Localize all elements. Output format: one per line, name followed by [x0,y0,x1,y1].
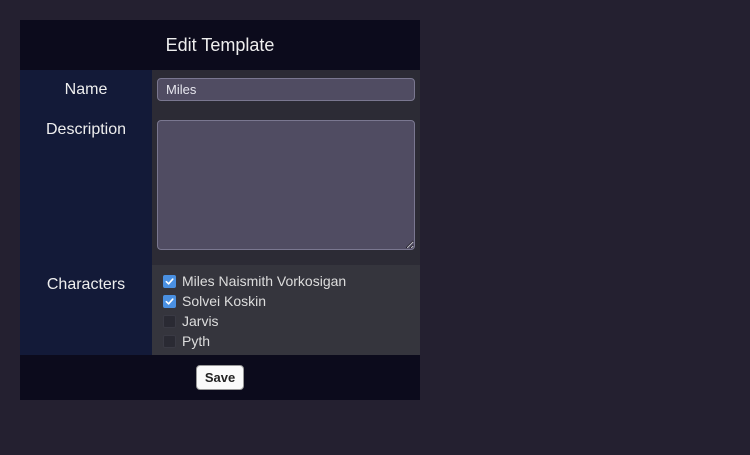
checkmark-icon [165,277,174,285]
save-button[interactable]: Save [195,365,245,390]
characters-label: Characters [20,265,152,355]
character-label: Jarvis [182,313,219,329]
name-value-cell [152,70,420,110]
character-label: Solvei Koskin [182,293,267,309]
character-checkbox[interactable] [163,274,176,288]
character-item[interactable]: Solvei Koskin [161,291,420,311]
character-item[interactable]: Pyth [161,331,420,351]
description-value-cell [152,110,420,265]
edit-template-panel: Edit Template Name Description Character… [20,20,420,400]
character-checkbox[interactable] [163,314,176,328]
character-checkbox[interactable] [163,294,176,308]
description-label: Description [20,110,152,265]
name-input[interactable] [157,78,415,101]
characters-row: Characters Miles Naismith Vorkosigan Sol… [20,265,420,355]
character-item[interactable]: Jarvis [161,311,420,331]
characters-list: Miles Naismith Vorkosigan Solvei Koskin … [152,265,420,355]
character-label: Miles Naismith Vorkosigan [182,273,347,289]
description-textarea[interactable] [157,120,415,250]
name-row: Name [20,70,420,110]
character-item[interactable]: Miles Naismith Vorkosigan [161,271,420,291]
character-checkbox[interactable] [163,334,176,348]
name-label: Name [20,70,152,110]
panel-footer: Save [20,355,420,400]
panel-title: Edit Template [165,35,275,55]
checkmark-icon [165,297,174,305]
character-label: Pyth [182,333,211,349]
description-row: Description [20,110,420,265]
